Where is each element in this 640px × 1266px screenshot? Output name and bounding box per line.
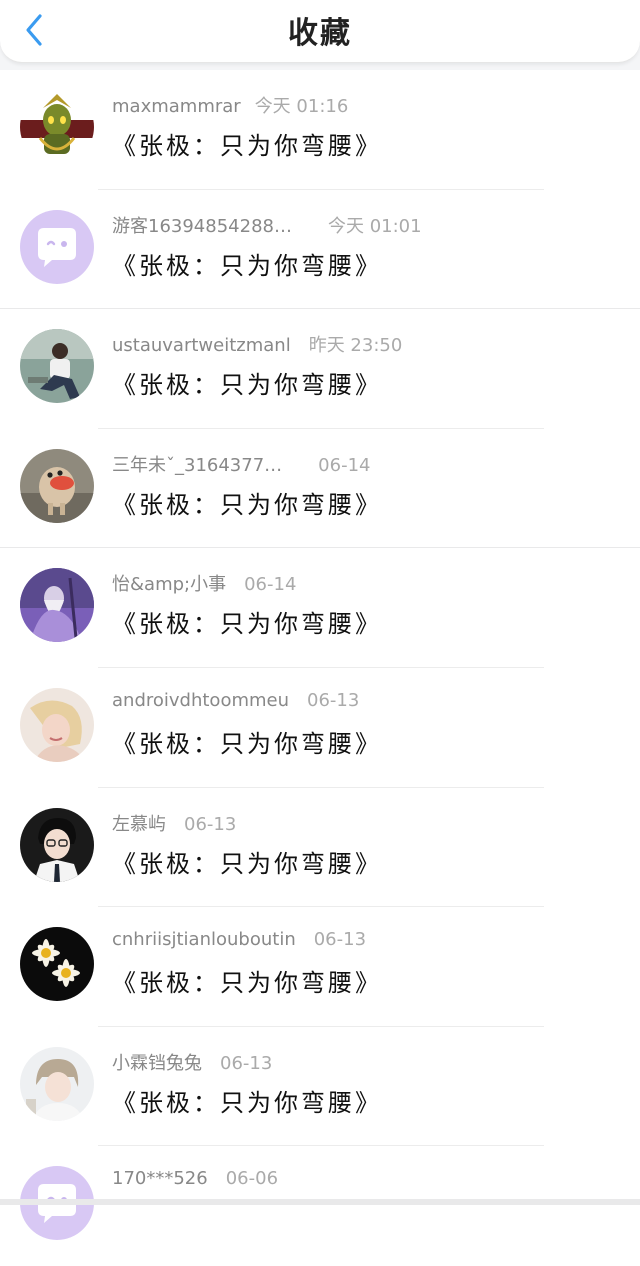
item-meta: 游客16394854288… 今天 01:01: [112, 212, 422, 238]
username[interactable]: 三年未ˇ_3164377…: [112, 455, 282, 476]
username[interactable]: 游客16394854288…: [112, 216, 292, 237]
item-title[interactable]: 《张极：只为你弯腰》: [112, 365, 382, 400]
username[interactable]: 170***526: [112, 1168, 208, 1189]
list-item[interactable]: 小霖铛兔兔 06-13 《张极：只为你弯腰》: [0, 1026, 640, 1147]
timestamp: 06-06: [225, 1168, 279, 1190]
item-title[interactable]: 《张极：只为你弯腰》: [112, 963, 382, 998]
item-title[interactable]: 《张极：只为你弯腰》: [112, 1083, 382, 1118]
item-meta: 三年未ˇ_3164377… 06-14: [112, 451, 370, 477]
avatar[interactable]: [20, 807, 94, 882]
avatar[interactable]: [20, 927, 94, 1002]
bottom-divider: [0, 1199, 640, 1205]
list-item[interactable]: androivdhtoommeu 06-13 《张极：只为你弯腰》: [0, 667, 640, 788]
timestamp: 06-14: [318, 454, 371, 476]
top-bar: 收藏: [0, 0, 640, 63]
item-meta: 左慕屿 06-13: [112, 810, 236, 836]
timestamp: 今天 01:01: [327, 215, 422, 237]
item-title[interactable]: 《张极：只为你弯腰》: [112, 844, 382, 879]
list-item[interactable]: cnhriisjtianlouboutin 06-13 《张极：只为你弯腰》: [0, 907, 640, 1027]
item-meta: androivdhtoommeu 06-13: [112, 690, 359, 716]
avatar[interactable]: [20, 209, 94, 284]
username[interactable]: 怡&amp;小事: [112, 574, 226, 595]
username[interactable]: maxmammrar: [112, 96, 241, 117]
avatar[interactable]: [20, 448, 94, 523]
timestamp: 06-13: [313, 929, 367, 951]
item-meta: 小霖铛兔兔 06-13: [112, 1049, 272, 1075]
page-title: 收藏: [288, 16, 352, 51]
item-meta: 170***526 06-06: [112, 1168, 278, 1194]
item-title[interactable]: 《张极：只为你弯腰》: [112, 246, 382, 281]
timestamp: 06-13: [184, 813, 237, 835]
avatar[interactable]: [20, 329, 94, 404]
timestamp: 昨天 23:50: [308, 335, 403, 357]
timestamp: 今天 01:16: [254, 96, 349, 117]
item-title[interactable]: 《张极：只为你弯腰》: [112, 485, 382, 520]
username[interactable]: androivdhtoommeu: [112, 690, 289, 711]
list-item[interactable]: 怡&amp;小事 06-14 《张极：只为你弯腰》: [0, 548, 640, 668]
avatar[interactable]: [20, 687, 94, 762]
list-item[interactable]: 170***526 06-06: [0, 1146, 640, 1266]
timestamp: 06-14: [244, 574, 297, 596]
list-item[interactable]: maxmammrar 今天 01:16 《张极：只为你弯腰》: [0, 70, 640, 190]
item-meta: maxmammrar 今天 01:16: [112, 92, 348, 118]
list-item[interactable]: 游客16394854288… 今天 01:01 《张极：只为你弯腰》: [0, 189, 640, 310]
item-meta: 怡&amp;小事 06-14: [112, 570, 296, 596]
favorites-list: maxmammrar 今天 01:16 《张极：只为你弯腰》 游客16394854…: [0, 70, 640, 1266]
item-title[interactable]: 《张极：只为你弯腰》: [112, 126, 382, 161]
avatar[interactable]: [20, 90, 94, 164]
timestamp: 06-13: [307, 689, 360, 711]
list-item[interactable]: 左慕屿 06-13 《张极：只为你弯腰》: [0, 787, 640, 908]
timestamp: 06-13: [220, 1052, 273, 1074]
list-item[interactable]: 三年未ˇ_3164377… 06-14 《张极：只为你弯腰》: [0, 428, 640, 549]
item-meta: cnhriisjtianlouboutin 06-13: [112, 929, 366, 955]
avatar[interactable]: [20, 568, 94, 643]
item-title[interactable]: 《张极：只为你弯腰》: [112, 604, 382, 639]
username[interactable]: 左慕屿: [112, 814, 166, 835]
username[interactable]: cnhriisjtianlouboutin: [112, 929, 296, 950]
username[interactable]: 小霖铛兔兔: [112, 1053, 202, 1074]
avatar[interactable]: [20, 1046, 94, 1121]
username[interactable]: ustauvartweitzmanl: [112, 335, 291, 356]
chat-bubble-icon: [20, 209, 94, 284]
item-title[interactable]: 《张极：只为你弯腰》: [112, 724, 382, 759]
list-item[interactable]: ustauvartweitzmanl 昨天 23:50 《张极：只为你弯腰》: [0, 309, 640, 429]
item-meta: ustauvartweitzmanl 昨天 23:50: [112, 331, 402, 357]
